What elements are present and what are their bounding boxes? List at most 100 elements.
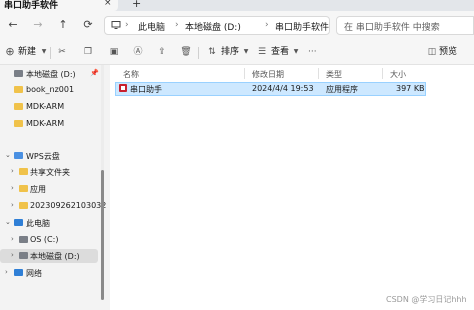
file-modified: 2024/4/4 19:53 [252,84,314,93]
rename-icon[interactable]: Ⓐ [132,45,144,59]
view-button[interactable]: 查看 [271,45,289,59]
breadcrumb-drive-d[interactable]: 本地磁盘 (D:) [185,20,241,33]
computer-icon [111,20,121,33]
separator [50,47,51,59]
sidebar-item-wps-cloud[interactable]: ⌄ WPS云盘 [0,149,98,163]
cut-icon[interactable]: ✂ [56,45,68,59]
folder-icon [19,185,28,192]
column-header-name[interactable]: 名称 [123,69,139,80]
sidebar-item-this-pc[interactable]: ⌄ 此电脑 [0,216,98,230]
drive-icon [19,252,28,259]
table-row[interactable]: 串口助手 2024/4/4 19:53 应用程序 397 KB [115,82,426,96]
file-name: 串口助手 [130,85,162,94]
drive-icon [19,236,28,243]
sort-button[interactable]: 排序 [221,45,239,59]
new-button[interactable]: 新建 [18,45,36,59]
navigation-pane: 本地磁盘 (D:) 📌 book_nz001 MDK-ARM MDK-ARM ⌄… [0,65,106,310]
search-box[interactable]: 在 串口助手软件 中搜索 [336,16,474,35]
view-icon: ☰ [257,47,267,57]
back-button[interactable]: ← [6,17,20,33]
chevron-right-icon[interactable]: › [11,167,14,175]
folder-icon [19,168,28,175]
search-input[interactable]: 在 串口助手软件 中搜索 [344,20,440,33]
details-pane-icon: ◫ [427,47,437,57]
folder-icon [14,103,23,110]
tab-title: 串口助手软件 [4,1,59,11]
sidebar-item-label: MDK-ARM [26,102,65,111]
sidebar-item-label: 共享文件夹 [30,168,70,177]
address-bar[interactable]: › 此电脑 › 本地磁盘 (D:) › 串口助手软件 [104,16,330,35]
computer-icon [14,219,23,226]
chevron-right-icon[interactable]: › [11,251,14,259]
title-bar: 串口助手软件 × + [0,0,474,11]
plus-icon: ⊕ [5,45,15,58]
paste-icon[interactable]: ▣ [108,45,120,59]
chevron-right-icon[interactable]: › [5,268,8,276]
close-tab-icon[interactable]: × [104,0,112,8]
sidebar-item-shared-folder[interactable]: › 共享文件夹 [0,165,98,179]
file-type: 应用程序 [326,85,358,94]
more-options-button[interactable]: ··· [308,45,317,59]
file-size: 397 KB [396,84,425,93]
breadcrumb-current-folder[interactable]: 串口助手软件 [275,20,329,33]
chevron-right-icon[interactable]: › [11,201,14,209]
sidebar-item-label: 本地磁盘 (D:) [30,252,80,261]
sidebar-item-label: 网络 [26,269,42,278]
share-icon[interactable]: ⇪ [156,45,168,59]
sidebar-item-mdk-arm[interactable]: MDK-ARM [0,100,98,114]
sidebar-item-network[interactable]: › 网络 [0,266,98,280]
details-pane-button[interactable]: 预览 [439,45,457,59]
sidebar-item-dated-folder[interactable]: › 202309262103032 [0,199,106,213]
folder-icon [14,86,23,93]
folder-icon [14,120,23,127]
column-header-size[interactable]: 大小 [390,69,406,80]
sidebar-item-label: 202309262103032 [30,201,107,210]
sidebar-item-label: WPS云盘 [26,152,60,161]
cloud-icon [14,152,23,159]
chevron-down-icon[interactable]: ⌄ [5,218,11,226]
sidebar-item-label: 此电脑 [26,219,50,228]
file-list: 名称 修改日期 类型 大小 串口助手 2024/4/4 19:53 应用程序 3… [110,65,474,310]
sidebar-item-label: MDK-ARM [26,119,65,128]
breadcrumb-separator: › [175,20,179,30]
chevron-down-icon[interactable]: ⌄ [5,151,11,159]
sidebar-item-label: 应用 [30,185,46,194]
chevron-down-icon[interactable]: ▼ [290,45,302,59]
refresh-button[interactable]: ⟳ [81,17,95,33]
chevron-down-icon[interactable]: ▼ [38,45,50,59]
new-tab-button[interactable]: + [132,0,141,10]
forward-button[interactable]: → [31,17,45,33]
column-divider[interactable] [244,68,245,79]
column-divider[interactable] [318,68,319,79]
column-header-type[interactable]: 类型 [326,69,342,80]
up-button[interactable]: ↑ [56,17,70,33]
breadcrumb-separator: › [125,20,129,30]
delete-icon[interactable]: 🗑 [180,45,192,59]
pin-icon: 📌 [90,69,99,77]
sidebar-item-label: OS (C:) [30,235,59,244]
application-icon [119,84,127,92]
column-divider[interactable] [382,68,383,79]
sidebar-item-apps[interactable]: › 应用 [0,182,98,196]
chevron-down-icon[interactable]: ▼ [240,45,252,59]
drive-icon [14,70,23,77]
tab-current[interactable]: 串口助手软件 × [0,0,118,11]
sort-icon: ⇅ [208,47,216,57]
separator [198,47,199,59]
sidebar-item-book-nz001[interactable]: book_nz001 [0,83,98,97]
copy-icon[interactable]: ❐ [82,45,94,59]
folder-icon [19,202,28,209]
sidebar-scrollbar-thumb[interactable] [101,170,104,300]
chevron-right-icon[interactable]: › [11,235,14,243]
sidebar-item-drive-d[interactable]: › 本地磁盘 (D:) [0,249,98,263]
sidebar-item-label: book_nz001 [26,85,75,94]
chevron-right-icon[interactable]: › [11,184,14,192]
sidebar-item-drive-d-quick[interactable]: 本地磁盘 (D:) 📌 [0,67,99,81]
sidebar-item-mdk-arm[interactable]: MDK-ARM [0,117,98,131]
sidebar-item-drive-c[interactable]: › OS (C:) [0,233,98,247]
column-header-modified[interactable]: 修改日期 [252,69,284,80]
sidebar-item-label: 本地磁盘 (D:) [26,70,76,79]
watermark: CSDN @学习日记hhh [386,295,467,304]
network-icon [14,269,23,276]
breadcrumb-this-pc[interactable]: 此电脑 [138,20,165,33]
